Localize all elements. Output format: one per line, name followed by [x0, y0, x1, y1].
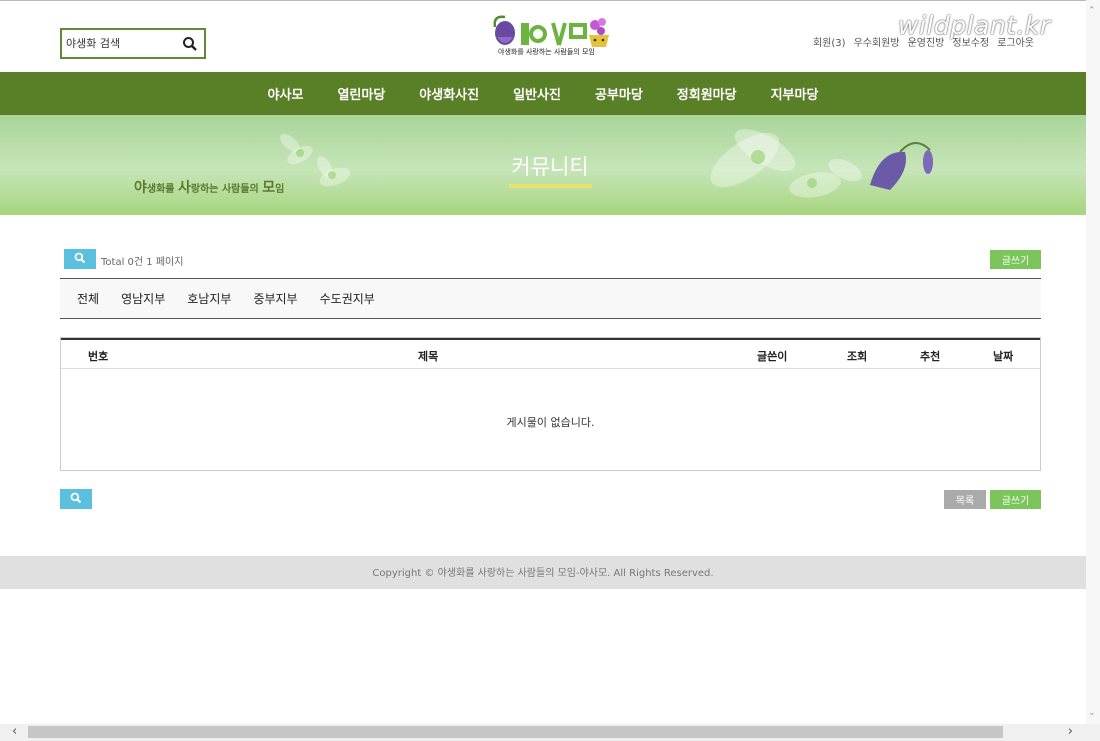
scroll-down-icon[interactable]: ⌄	[1088, 708, 1096, 718]
util-link-edit-info[interactable]: 정보수정	[952, 34, 989, 49]
scroll-left-icon[interactable]: ‹	[12, 724, 17, 739]
board-table: 번호 제목 글쓴이 조회 추천 날짜 게시물이 없습니다.	[60, 337, 1041, 471]
column-views: 조회	[847, 350, 868, 363]
util-link-staff[interactable]: 운영진방	[908, 34, 945, 49]
nav-item-regular-members[interactable]: 정회원마당	[660, 84, 754, 103]
horizontal-scrollbar[interactable]: ‹ ›	[0, 724, 1100, 741]
title-underline	[509, 184, 592, 188]
search-icon	[74, 252, 86, 263]
search-box	[60, 28, 206, 59]
scroll-right-icon[interactable]: ›	[1068, 724, 1073, 739]
nav-item-study[interactable]: 공부마당	[578, 84, 660, 103]
page-banner: 야생화를 사랑하는 사람들의 모임 커뮤니티	[0, 115, 1086, 215]
column-date: 날짜	[993, 350, 1014, 363]
search-icon	[70, 492, 82, 503]
util-link-members[interactable]: 회원(3)	[813, 34, 846, 49]
total-count: Total 0건 1 페이지	[101, 257, 184, 268]
utility-links: 회원(3) 우수회원방 운영진방 정보수정 로그아웃	[813, 34, 1034, 49]
column-title: 제목	[418, 350, 439, 363]
nav-item-wildflower-photos[interactable]: 야생화사진	[402, 84, 496, 103]
write-button[interactable]: 글쓰기	[990, 250, 1041, 269]
board-bottom-toolbar: 목록 글쓰기	[60, 489, 1041, 509]
category-sudogwon[interactable]: 수도권지부	[320, 290, 375, 307]
category-honam[interactable]: 호남지부	[187, 290, 231, 307]
scroll-thumb[interactable]	[28, 726, 1003, 738]
logo-subtitle: 야생화를 사랑하는 사람들의 모임	[498, 48, 595, 56]
scroll-up-icon[interactable]: ⌃	[1088, 6, 1096, 16]
header: 야생화를 사랑하는 사람들의 모임 wildplant.kr 회원(3) 우수회…	[0, 0, 1086, 72]
board-search-button-bottom[interactable]	[60, 489, 92, 509]
empty-message: 게시물이 없습니다.	[506, 416, 595, 429]
list-button[interactable]: 목록	[944, 490, 986, 509]
main-nav: 야사모 열린마당 야생화사진 일반사진 공부마당 정회원마당 정회원마당 지부마…	[0, 72, 1086, 115]
nav-item-yasamo[interactable]: 야사모	[251, 84, 321, 103]
category-tabs: 전체 영남지부 호남지부 중부지부 수도권지부	[60, 278, 1041, 319]
column-recommend: 추천	[920, 350, 941, 363]
nav-item-open-yard[interactable]: 열린마당	[320, 84, 402, 103]
search-icon[interactable]	[182, 36, 198, 52]
util-link-top-members[interactable]: 우수회원방	[854, 34, 900, 49]
footer-copyright: Copyright © 야생화를 사랑하는 사람들의 모임-야사모. All R…	[0, 556, 1086, 589]
table-header: 번호 제목 글쓴이 조회 추천 날짜	[61, 338, 1040, 369]
search-input[interactable]	[64, 32, 176, 55]
nav-item-branch-yard[interactable]: 지부마당	[754, 84, 836, 103]
nav-item-general-photos[interactable]: 일반사진	[496, 84, 578, 103]
category-yeongnam[interactable]: 영남지부	[121, 290, 165, 307]
column-author: 글쓴이	[757, 350, 788, 363]
category-all[interactable]: 전체	[77, 290, 99, 307]
util-link-logout[interactable]: 로그아웃	[997, 34, 1034, 49]
board-search-button[interactable]	[64, 249, 96, 269]
column-number: 번호	[88, 350, 109, 363]
page-title: 커뮤니티	[511, 155, 589, 179]
board-toolbar: Total 0건 1 페이지 글쓰기	[60, 249, 1041, 271]
vertical-scrollbar[interactable]: ⌃ ⌄	[1086, 0, 1100, 724]
write-button-bottom[interactable]: 글쓰기	[990, 490, 1041, 509]
category-jungbu[interactable]: 중부지부	[253, 290, 297, 307]
